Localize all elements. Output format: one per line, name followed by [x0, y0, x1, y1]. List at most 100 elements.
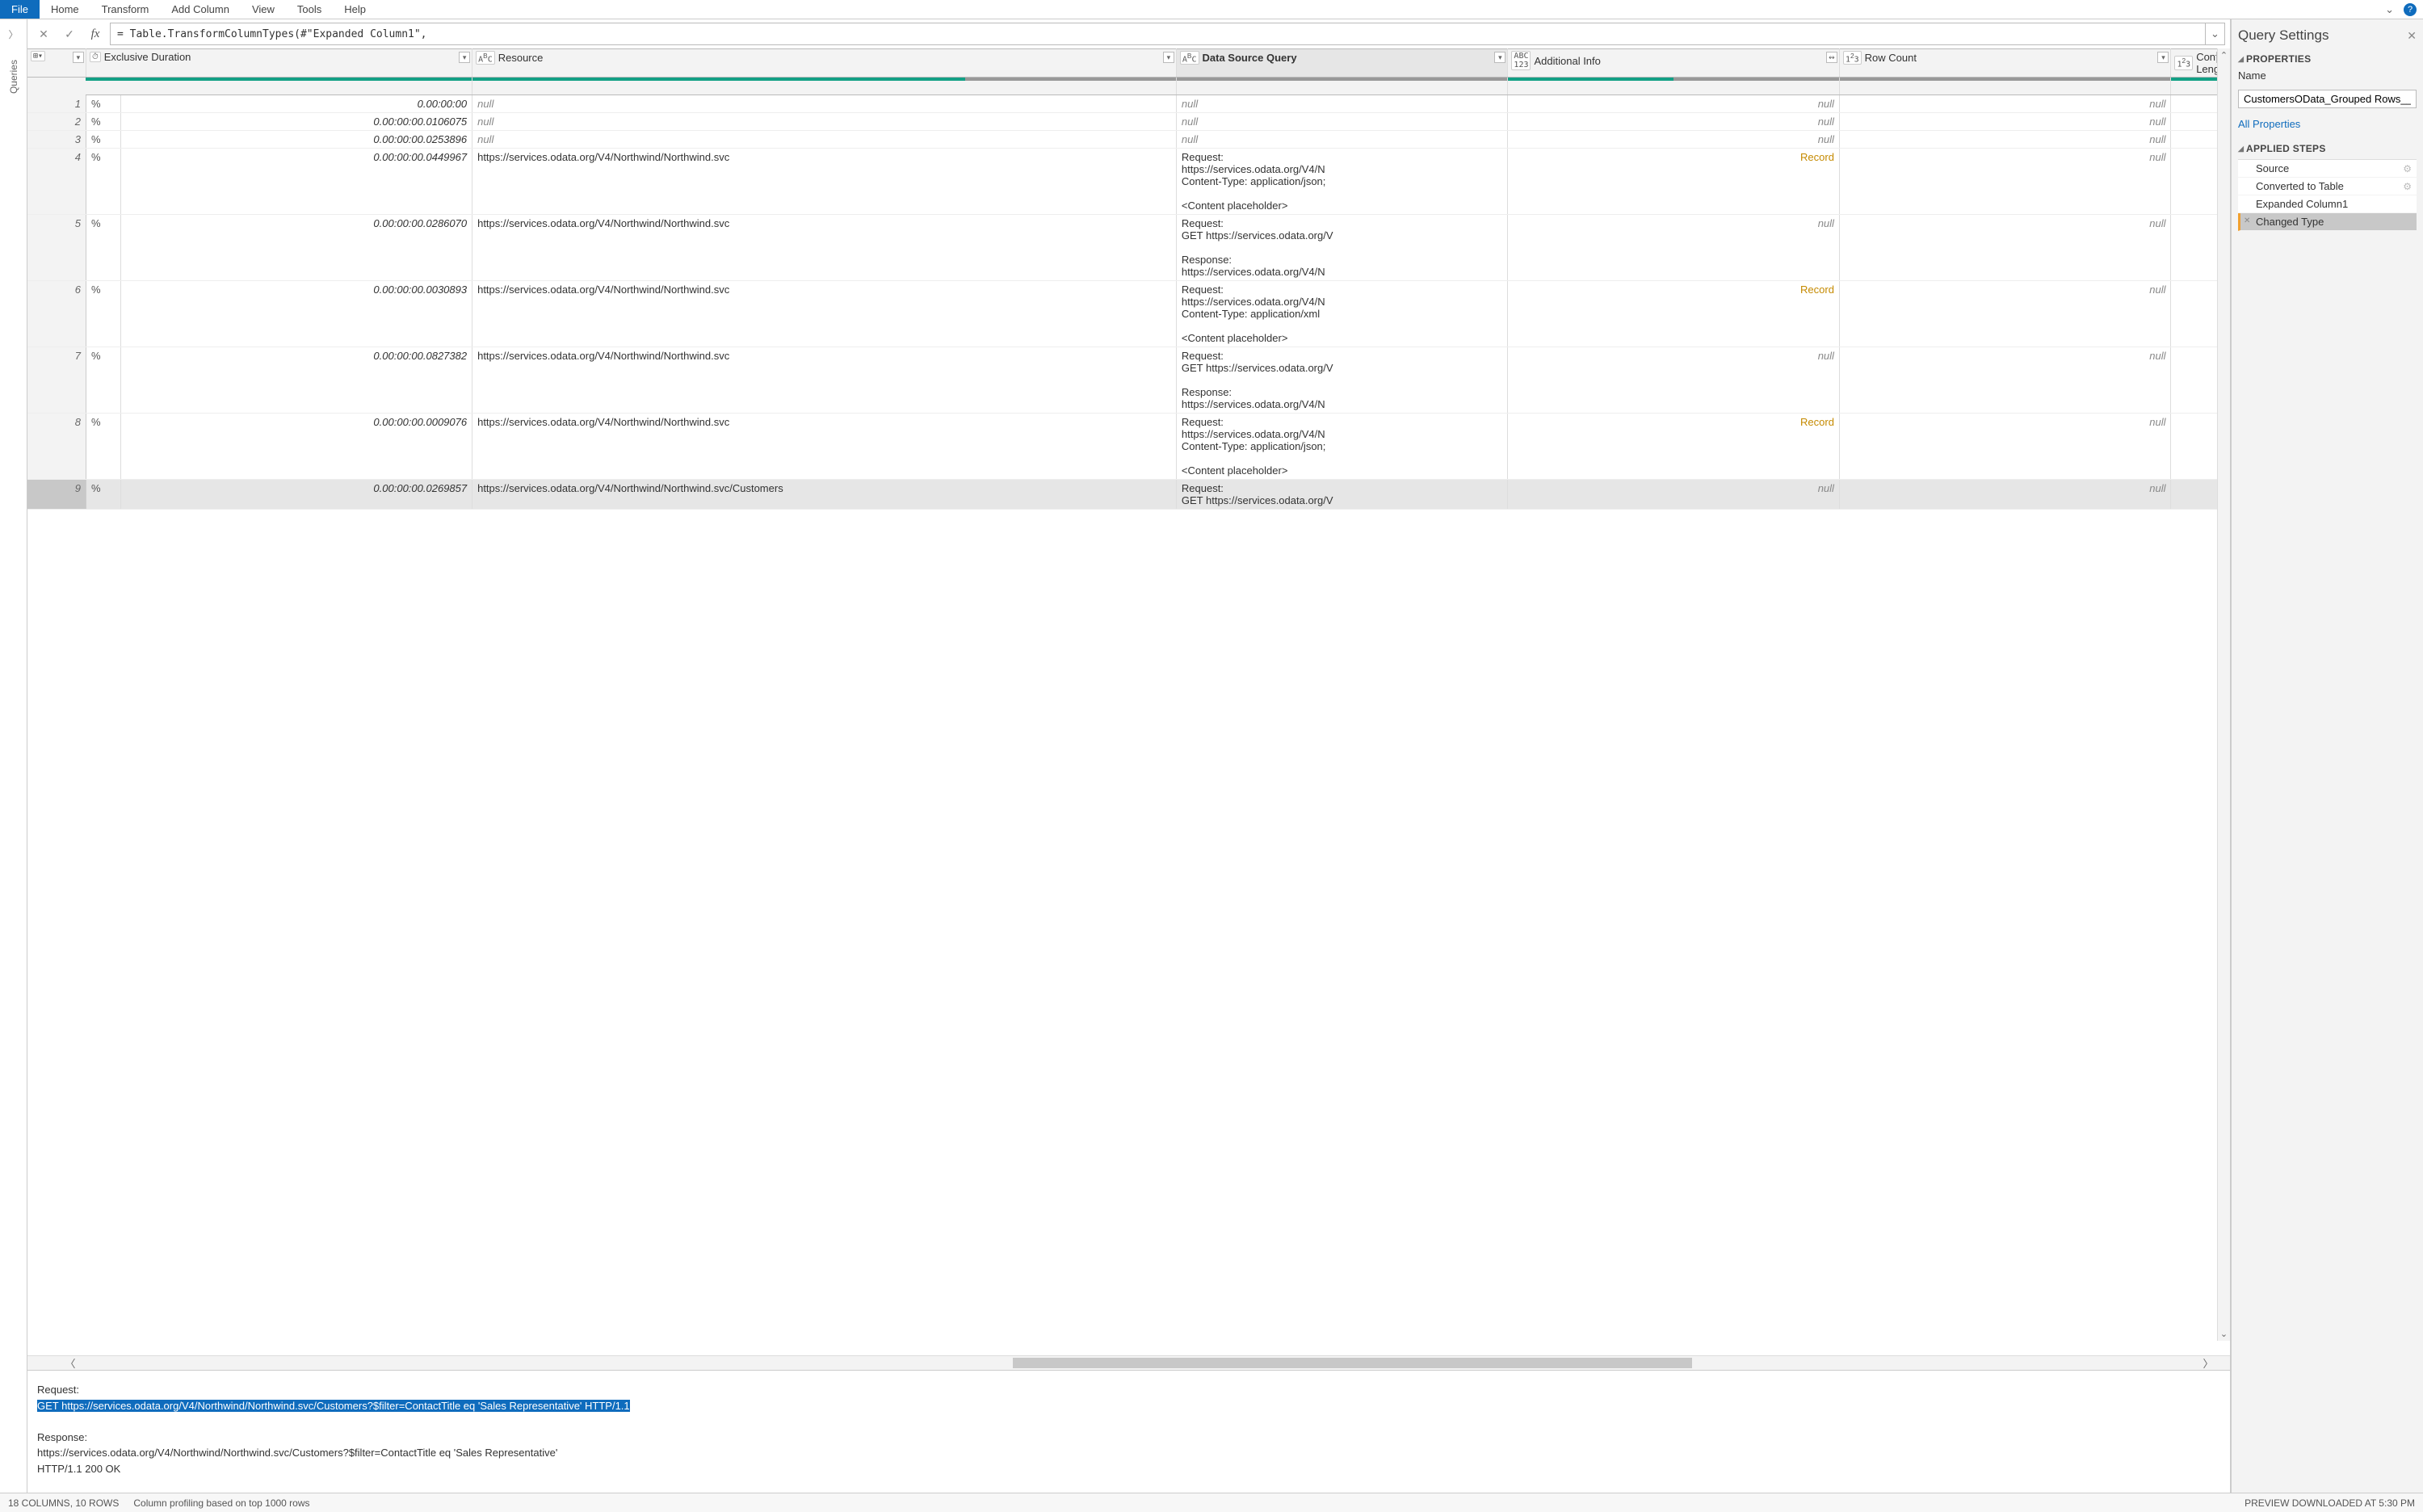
cell-dsq[interactable]: Request: GET https://services.odata.org/…: [1176, 347, 1508, 414]
col-additional-info[interactable]: ABC123Additional Info↭: [1508, 49, 1840, 78]
cell-dsq[interactable]: null: [1176, 113, 1508, 131]
table-corner[interactable]: ⊞▾▾: [27, 49, 86, 78]
cell-ai[interactable]: Record: [1508, 281, 1840, 347]
cell-dsq[interactable]: null: [1176, 131, 1508, 149]
ribbon-collapse-icon[interactable]: ⌄: [2379, 0, 2400, 19]
cell-rc[interactable]: null: [1839, 281, 2171, 347]
cell-rc[interactable]: null: [1839, 347, 2171, 414]
cell-dur[interactable]: 0.00:00:00.0253896: [121, 131, 472, 149]
row-number[interactable]: 6: [27, 281, 86, 347]
cell-dur[interactable]: 0.00:00:00.0106075: [121, 113, 472, 131]
cell-pctcol[interactable]: %: [86, 131, 120, 149]
cell-rc[interactable]: null: [1839, 113, 2171, 131]
cell-ai[interactable]: null: [1508, 113, 1840, 131]
formula-expand-icon[interactable]: ⌄: [2206, 23, 2225, 45]
table-row[interactable]: 7%0.00:00:00.0827382https://services.oda…: [27, 347, 2230, 414]
cell-pctcol[interactable]: %: [86, 95, 120, 113]
cell-pctcol[interactable]: %: [86, 414, 120, 480]
cell-rc[interactable]: null: [1839, 95, 2171, 113]
menu-add-column[interactable]: Add Column: [160, 0, 241, 19]
row-number[interactable]: 2: [27, 113, 86, 131]
cell-dsq[interactable]: Request: https://services.odata.org/V4/N…: [1176, 149, 1508, 215]
row-number[interactable]: 9: [27, 480, 86, 510]
applied-step[interactable]: Converted to Table⚙: [2238, 178, 2417, 195]
applied-steps-header[interactable]: APPLIED STEPS: [2238, 143, 2417, 154]
help-icon[interactable]: ?: [2404, 3, 2417, 16]
cancel-formula-icon[interactable]: ✕: [32, 23, 55, 45]
table-row[interactable]: 1%0.00:00:00nullnullnullnull: [27, 95, 2230, 113]
cell-ai[interactable]: null: [1508, 215, 1840, 281]
cell-rc[interactable]: null: [1839, 215, 2171, 281]
table-row[interactable]: 9%0.00:00:00.0269857https://services.oda…: [27, 480, 2230, 510]
cell-ai[interactable]: null: [1508, 347, 1840, 414]
cell-res[interactable]: https://services.odata.org/V4/Northwind/…: [472, 347, 1177, 414]
cell-dur[interactable]: 0.00:00:00.0030893: [121, 281, 472, 347]
cell-pctcol[interactable]: %: [86, 113, 120, 131]
cell-res[interactable]: https://services.odata.org/V4/Northwind/…: [472, 215, 1177, 281]
col-data-source-query[interactable]: ABCData Source Query▾: [1176, 49, 1508, 78]
cell-ai[interactable]: null: [1508, 95, 1840, 113]
all-properties-link[interactable]: All Properties: [2238, 118, 2417, 130]
table-row[interactable]: 6%0.00:00:00.0030893https://services.oda…: [27, 281, 2230, 347]
cell-pctcol[interactable]: %: [86, 480, 120, 510]
query-name-input[interactable]: [2238, 90, 2417, 108]
panel-close-icon[interactable]: ✕: [2407, 29, 2417, 43]
cell-pctcol[interactable]: %: [86, 149, 120, 215]
col-resource[interactable]: ABCResource▾: [472, 49, 1177, 78]
commit-formula-icon[interactable]: ✓: [58, 23, 81, 45]
formula-input[interactable]: [110, 23, 2206, 45]
row-number[interactable]: 3: [27, 131, 86, 149]
cell-dsq[interactable]: Request: https://services.odata.org/V4/N…: [1176, 414, 1508, 480]
applied-step[interactable]: Changed Type: [2238, 213, 2417, 231]
cell-rc[interactable]: null: [1839, 414, 2171, 480]
menu-transform[interactable]: Transform: [90, 0, 161, 19]
expand-queries-icon[interactable]: 〉: [8, 27, 18, 41]
cell-dur[interactable]: 0.00:00:00.0286070: [121, 215, 472, 281]
cell-dur[interactable]: 0.00:00:00.0827382: [121, 347, 472, 414]
cell-pctcol[interactable]: %: [86, 215, 120, 281]
cell-dsq[interactable]: Request: GET https://services.odata.org/…: [1176, 215, 1508, 281]
cell-rc[interactable]: null: [1839, 131, 2171, 149]
cell-pctcol[interactable]: %: [86, 281, 120, 347]
status-profiling[interactable]: Column profiling based on top 1000 rows: [133, 1497, 309, 1509]
hscroll-thumb[interactable]: [1013, 1358, 1692, 1368]
cell-ai[interactable]: Record: [1508, 149, 1840, 215]
menu-home[interactable]: Home: [40, 0, 90, 19]
scroll-left-icon[interactable]: 〈: [63, 1355, 78, 1371]
row-number[interactable]: 8: [27, 414, 86, 480]
applied-step[interactable]: Expanded Column1: [2238, 195, 2417, 213]
table-row[interactable]: 4%0.00:00:00.0449967https://services.oda…: [27, 149, 2230, 215]
cell-res[interactable]: https://services.odata.org/V4/Northwind/…: [472, 480, 1177, 510]
cell-ai[interactable]: null: [1508, 480, 1840, 510]
scroll-up-icon[interactable]: ⌃: [2219, 48, 2229, 62]
menu-file[interactable]: File: [0, 0, 40, 19]
cell-res[interactable]: null: [472, 131, 1177, 149]
scroll-down-icon[interactable]: ⌄: [2219, 1327, 2229, 1341]
cell-dur[interactable]: 0.00:00:00.0449967: [121, 149, 472, 215]
cell-dsq[interactable]: Request: https://services.odata.org/V4/N…: [1176, 281, 1508, 347]
cell-dur[interactable]: 0.00:00:00: [121, 95, 472, 113]
menu-tools[interactable]: Tools: [286, 0, 333, 19]
cell-rc[interactable]: null: [1839, 149, 2171, 215]
menu-view[interactable]: View: [241, 0, 286, 19]
data-grid[interactable]: ⊞▾▾ ⏱Exclusive Duration▾ ABCResource▾ AB…: [27, 48, 2230, 1355]
col-exclusive-duration[interactable]: ⏱Exclusive Duration▾: [86, 49, 472, 78]
horizontal-scrollbar[interactable]: 〈 〉: [27, 1355, 2230, 1370]
table-row[interactable]: 8%0.00:00:00.0009076https://services.oda…: [27, 414, 2230, 480]
queries-pane-collapsed[interactable]: 〉 Queries: [0, 19, 27, 1493]
step-gear-icon[interactable]: ⚙: [2403, 163, 2412, 174]
row-number[interactable]: 5: [27, 215, 86, 281]
cell-res[interactable]: https://services.odata.org/V4/Northwind/…: [472, 414, 1177, 480]
cell-dur[interactable]: 0.00:00:00.0009076: [121, 414, 472, 480]
cell-ai[interactable]: Record: [1508, 414, 1840, 480]
cell-res[interactable]: https://services.odata.org/V4/Northwind/…: [472, 281, 1177, 347]
cell-dsq[interactable]: Request: GET https://services.odata.org/…: [1176, 480, 1508, 510]
row-number[interactable]: 4: [27, 149, 86, 215]
row-number[interactable]: 1: [27, 95, 86, 113]
cell-pctcol[interactable]: %: [86, 347, 120, 414]
cell-dur[interactable]: 0.00:00:00.0269857: [121, 480, 472, 510]
cell-dsq[interactable]: null: [1176, 95, 1508, 113]
menu-help[interactable]: Help: [333, 0, 377, 19]
table-row[interactable]: 5%0.00:00:00.0286070https://services.oda…: [27, 215, 2230, 281]
cell-res[interactable]: https://services.odata.org/V4/Northwind/…: [472, 149, 1177, 215]
